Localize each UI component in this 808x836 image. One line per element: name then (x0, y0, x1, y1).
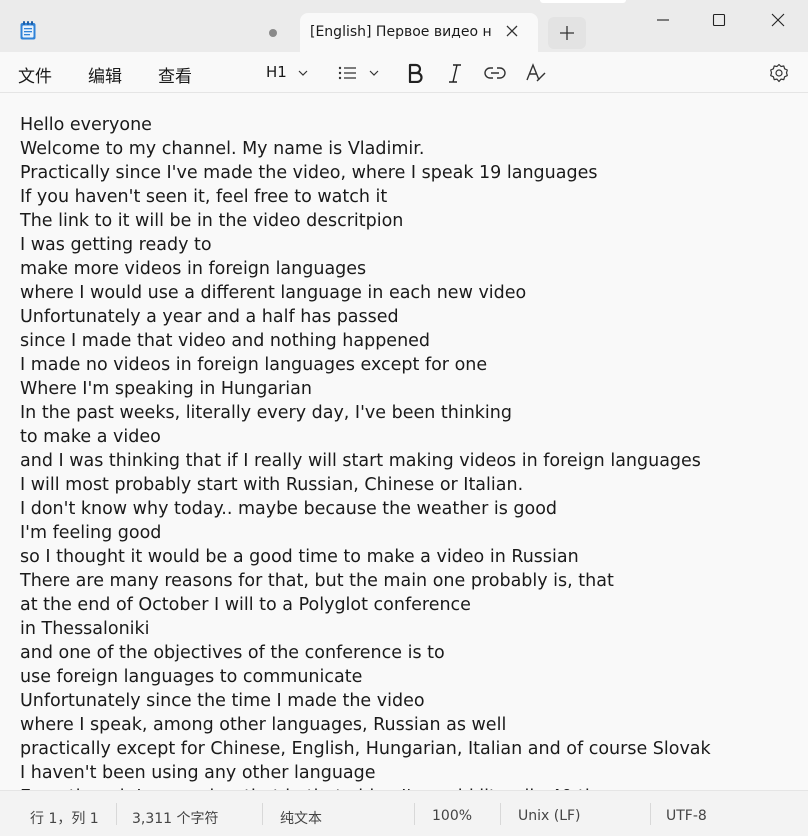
editor-line: Practically since I've made the video, w… (20, 163, 598, 183)
zoom-level[interactable]: 100% (432, 808, 472, 824)
status-divider (262, 803, 263, 825)
italic-button[interactable] (444, 62, 466, 84)
tab-document[interactable]: [English] Первое видео н (300, 13, 538, 52)
editor-line: and I was thinking that if I really will… (20, 451, 701, 471)
close-tab-icon[interactable] (504, 23, 520, 39)
maximize-icon (712, 13, 726, 27)
menu-file[interactable]: 文件 (18, 62, 52, 87)
editor-line: Welcome to my channel. My name is Vladim… (20, 139, 425, 159)
status-divider (414, 803, 415, 825)
editor-line: at the end of October I will to a Polygl… (20, 595, 471, 615)
bold-icon (408, 63, 423, 83)
editor-line: since I made that video and nothing happ… (20, 331, 431, 351)
list-icon (338, 66, 356, 80)
title-bar: [English] Первое видео н (0, 0, 808, 52)
text-editor[interactable]: Hello everyone Welcome to my channel. My … (0, 93, 808, 790)
clear-format-button[interactable] (524, 62, 548, 84)
editor-line: where I speak, among other languages, Ru… (20, 715, 507, 735)
menu-edit[interactable]: 编辑 (88, 62, 122, 87)
list-dropdown[interactable] (336, 62, 382, 84)
editor-line: There are many reasons for that, but the… (20, 571, 614, 591)
heading-dropdown[interactable]: H1 (262, 62, 312, 84)
editor-line: so I thought it would be a good time to … (20, 547, 579, 567)
plus-icon (560, 26, 574, 40)
link-icon (484, 67, 506, 79)
editor-line: Unfortunately a year and a half has pass… (20, 307, 399, 327)
editor-line: where I would use a different language i… (20, 283, 527, 303)
chevron-down-icon (369, 70, 379, 76)
italic-icon (449, 64, 461, 83)
editor-line: make more videos in foreign languages (20, 259, 367, 279)
editor-line: in Thessaloniki (20, 619, 150, 639)
editor-line: I made no videos in foreign languages ex… (20, 355, 488, 375)
editor-line: If you haven't seen it, feel free to wat… (20, 187, 388, 207)
minimize-button[interactable] (640, 8, 686, 32)
line-ending[interactable]: Unix (LF) (518, 808, 581, 824)
text-format[interactable]: 纯文本 (280, 808, 322, 828)
settings-icon (770, 63, 788, 83)
status-divider (116, 803, 117, 825)
editor-line: I'm feeling good (20, 523, 162, 543)
editor-line: Where I'm speaking in Hungarian (20, 379, 312, 399)
encoding[interactable]: UTF-8 (666, 808, 707, 824)
editor-line: I was getting ready to (20, 235, 212, 255)
status-divider (500, 803, 501, 825)
editor-line: I will most probably start with Russian,… (20, 475, 524, 495)
chevron-down-icon (298, 70, 308, 76)
clear-format-icon (526, 63, 546, 82)
link-button[interactable] (482, 62, 508, 84)
editor-line: In the past weeks, literally every day, … (20, 403, 512, 423)
editor-line: I don't know why today.. maybe because t… (20, 499, 558, 519)
editor-line: use foreign languages to communicate (20, 667, 363, 687)
menu-toolbar: 文件 编辑 查看 H1 (0, 52, 808, 93)
character-count: 3,311 个字符 (132, 811, 219, 827)
maximize-button[interactable] (696, 8, 742, 32)
editor-line: The link to it will be in the video desc… (20, 211, 404, 231)
status-divider (650, 803, 651, 825)
editor-line: and one of the objectives of the confere… (20, 643, 445, 663)
unsaved-tab-dot-icon[interactable] (269, 29, 277, 37)
heading-label: H1 (266, 63, 287, 81)
settings-button[interactable] (768, 62, 790, 84)
menu-view[interactable]: 查看 (158, 62, 192, 87)
close-icon (771, 13, 785, 27)
editor-line: to make a video (20, 427, 161, 447)
editor-line: Hello everyone (20, 115, 152, 135)
close-window-button[interactable] (755, 8, 801, 32)
status-bar: 行 1，列 1 3,311 个字符 纯文本 100% Unix (LF) UTF… (0, 790, 808, 836)
notepad-app-icon (20, 21, 36, 40)
minimize-icon (657, 19, 669, 21)
tab-strip-highlight (540, 0, 626, 3)
editor-line: Unfortunately since the time I made the … (20, 691, 425, 711)
new-tab-button[interactable] (548, 17, 586, 49)
editor-line: I haven't been using any other language (20, 763, 376, 783)
bold-button[interactable] (404, 62, 426, 84)
tab-title: [English] Первое видео н (310, 24, 492, 40)
editor-line: practically except for Chinese, English,… (20, 739, 711, 759)
cursor-position: 行 1，列 1 (30, 811, 99, 827)
